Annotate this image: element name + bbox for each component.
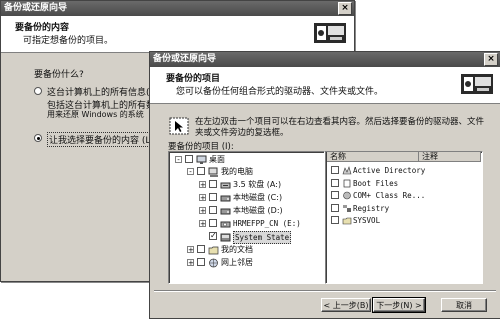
tree-item-checkbox[interactable]: [197, 167, 205, 175]
tree-item-checkbox[interactable]: [209, 193, 217, 201]
tree-item[interactable]: - 桌面: [169, 154, 319, 165]
list-item-checkbox[interactable]: [331, 166, 339, 174]
tree-item-label: 3.5 软盘 (A:): [233, 180, 282, 189]
tree-item[interactable]: ✓ System State: [169, 231, 319, 244]
share-icon: [342, 216, 352, 228]
tree-item-checkbox[interactable]: [209, 180, 217, 188]
file-icon: [342, 179, 352, 191]
list-item[interactable]: Registry: [326, 203, 476, 214]
expand-icon[interactable]: +: [187, 259, 194, 267]
back-button[interactable]: < 上一步(B): [321, 298, 371, 312]
list-item-checkbox[interactable]: [331, 178, 339, 187]
instruction-line-2: 夹或文件旁边的复选框。: [195, 128, 289, 138]
list-item-label: Registry: [353, 203, 390, 213]
directory-icon: [342, 166, 352, 178]
backup-question-label: 要备份什么?: [34, 70, 84, 80]
tree-item[interactable]: + 本地磁盘 (C:): [169, 192, 319, 203]
tree-item-checkbox[interactable]: [209, 219, 217, 227]
back-window-header: 要备份的内容 可指定想备份的项目。: [1, 16, 354, 53]
front-wizard-window: 备份或还原向导 × 要备份的项目 您可以备份任何组合形式的驱动器、文件夹或文件。…: [149, 51, 500, 319]
option-let-me-choose-radio[interactable]: [34, 134, 42, 142]
list-item-label: SYSVOL: [353, 216, 381, 225]
component-icon: [342, 191, 352, 203]
tree-item[interactable]: + 本地磁盘 (D:): [169, 205, 319, 216]
list-item-label: Active Directory: [353, 166, 426, 175]
tree-item-checkbox[interactable]: [197, 258, 205, 266]
list-item-checkbox[interactable]: [331, 191, 339, 199]
tree-item[interactable]: + HRMEFPP_CN (E:): [169, 218, 319, 229]
tree-item[interactable]: + 我的文档: [169, 244, 319, 255]
network-icon: [208, 258, 219, 271]
items-tree-panel[interactable]: - 桌面 - 我的电脑 +3.5 软盘 (A:) + 本地磁盘 (C:) + 本地磁盘 (D:)…: [168, 151, 325, 284]
cancel-button[interactable]: 取消: [441, 298, 487, 312]
back-header-title: 要备份的内容: [15, 23, 70, 33]
tree-item-label: 本地磁盘 (C:): [233, 193, 283, 202]
expand-icon[interactable]: +: [199, 194, 206, 202]
tree-item-label: HRMEFPP_CN (E:): [233, 219, 301, 228]
expand-icon[interactable]: +: [199, 181, 206, 189]
back-window-titlebar[interactable]: 备份或还原向导 ×: [1, 1, 354, 16]
tree-item-label: 我的文档: [221, 245, 253, 254]
tree-item-checkbox[interactable]: [185, 155, 193, 163]
tree-item-label: 网上邻居: [221, 258, 253, 267]
list-item-label: COM+ Class Re...: [353, 191, 426, 200]
front-header-title: 要备份的项目: [166, 74, 221, 84]
back-header-subtitle: 可指定想备份的项目。: [23, 36, 114, 46]
option-all-info-desc-2: 用来还原 Windows 的系统: [47, 110, 144, 119]
option-let-me-choose-label[interactable]: 让我选择要备份的内容 (L): [47, 132, 156, 147]
tree-item-checkbox[interactable]: [197, 245, 205, 253]
backup-wizard-icon: [461, 74, 493, 94]
option-all-info-radio[interactable]: [34, 87, 42, 95]
mouse-pointer-icon: [169, 117, 189, 135]
front-window-close-icon[interactable]: ×: [484, 53, 498, 66]
column-header-comment[interactable]: 注释: [419, 152, 481, 162]
collapse-icon[interactable]: -: [175, 156, 182, 164]
next-button[interactable]: 下一步(N) >: [372, 297, 426, 313]
expand-icon[interactable]: +: [187, 246, 194, 254]
registry-icon: [342, 204, 352, 216]
expand-icon[interactable]: +: [199, 207, 206, 215]
list-item[interactable]: Boot Files: [326, 178, 476, 189]
tree-item-label: 桌面: [209, 155, 225, 164]
front-window-header: 要备份的项目 您可以备份任何组合形式的驱动器、文件夹或文件。: [150, 67, 500, 104]
tree-item[interactable]: - 我的电脑: [169, 166, 319, 177]
back-window-title: 备份或还原向导: [4, 3, 68, 13]
tree-item[interactable]: +3.5 软盘 (A:): [169, 179, 319, 190]
tree-item-label: System State: [233, 231, 292, 244]
front-window-titlebar[interactable]: 备份或还原向导 ×: [150, 52, 500, 67]
column-header-name[interactable]: 名称: [327, 152, 419, 162]
expand-icon[interactable]: +: [199, 220, 206, 228]
collapse-icon[interactable]: -: [187, 168, 194, 176]
list-item-checkbox[interactable]: [331, 216, 339, 224]
backup-wizard-icon: [314, 23, 346, 43]
tree-item-checkbox[interactable]: ✓: [209, 232, 217, 240]
front-window-title: 备份或还原向导: [153, 54, 217, 64]
tree-item-label: 本地磁盘 (D:): [233, 206, 283, 215]
option-all-info-label[interactable]: 这台计算机上的所有信息(A): [47, 85, 159, 98]
list-item-label: Boot Files: [353, 178, 399, 188]
back-window-close-icon[interactable]: ×: [338, 2, 352, 15]
list-item[interactable]: Active Directory: [326, 165, 476, 176]
list-item-checkbox[interactable]: [331, 203, 339, 212]
tree-item-checkbox[interactable]: [209, 206, 217, 214]
front-header-subtitle: 您可以备份任何组合形式的驱动器、文件夹或文件。: [176, 87, 384, 97]
list-item[interactable]: SYSVOL: [326, 215, 476, 226]
list-item[interactable]: COM+ Class Re...: [326, 190, 476, 201]
button-separator: [154, 290, 496, 292]
tree-item-label: 我的电脑: [221, 167, 253, 176]
tree-item[interactable]: + 网上邻居: [169, 257, 319, 268]
items-list-panel[interactable]: 名称 注释 Active Directory Boot Files COM+ Cla…: [325, 151, 483, 284]
